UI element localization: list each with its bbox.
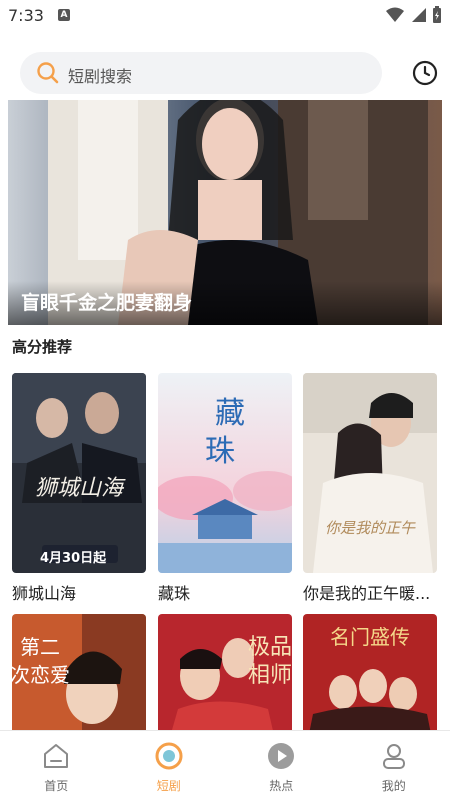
- notification-icon: A: [58, 9, 70, 21]
- search-placeholder: 短剧搜索: [68, 67, 133, 86]
- signal-icon: [412, 8, 426, 22]
- nav-tab-hot[interactable]: 热点: [225, 731, 338, 800]
- svg-text:第二: 第二: [20, 635, 60, 659]
- nav-tab-home[interactable]: 首页: [0, 731, 113, 800]
- nav-label-drama: 短剧: [156, 779, 181, 793]
- svg-text:相师: 相师: [248, 663, 292, 688]
- banner-title: 盲眼千金之肥妻翻身: [21, 292, 193, 314]
- profile-icon: [382, 744, 405, 769]
- status-icons: [386, 6, 442, 24]
- svg-text:珠: 珠: [205, 434, 235, 469]
- svg-text:狮城山海: 狮城山海: [35, 476, 126, 501]
- status-time: 7:33: [8, 6, 44, 25]
- drama-title: 狮城山海: [12, 584, 77, 603]
- featured-banner[interactable]: 盲眼千金之肥妻翻身: [8, 100, 442, 325]
- drama-poster: 藏 珠: [158, 373, 292, 573]
- search-icon: [37, 62, 59, 84]
- svg-text:你是我的正午: 你是我的正午: [325, 519, 416, 537]
- search-bar[interactable]: 短剧搜索: [20, 52, 382, 94]
- svg-text:名门盛传: 名门盛传: [330, 625, 410, 649]
- play-icon: [268, 743, 295, 769]
- drama-poster: 第二 次恋爱: [12, 614, 146, 744]
- nav-label-hot: 热点: [269, 779, 294, 793]
- section-title: 高分推荐: [12, 338, 73, 356]
- status-bar: 7:33 A: [0, 0, 450, 32]
- drama-card[interactable]: 极品 相师: [158, 614, 292, 744]
- svg-text:极品: 极品: [248, 635, 292, 660]
- history-clock-icon[interactable]: [412, 60, 438, 86]
- drama-title: 你是我的正午暖...: [303, 584, 431, 603]
- drama-icon: [155, 742, 183, 770]
- poster-date-label: 4月30日起: [40, 551, 107, 566]
- drama-card[interactable]: 第二 次恋爱: [12, 614, 146, 744]
- nav-label-profile: 我的: [381, 779, 406, 793]
- wifi-icon: [386, 7, 404, 22]
- drama-poster: 你是我的正午: [303, 373, 437, 573]
- drama-poster: 名门盛传: [303, 614, 437, 744]
- drama-poster: 狮城山海 4月30日起: [12, 373, 146, 573]
- drama-card[interactable]: 名门盛传: [303, 614, 437, 744]
- home-icon: [44, 744, 69, 768]
- nav-label-home: 首页: [44, 779, 69, 793]
- svg-text:次恋爱: 次恋爱: [12, 663, 70, 687]
- drama-poster: 极品 相师: [158, 614, 292, 744]
- nav-tab-drama[interactable]: 短剧: [113, 731, 226, 800]
- bottom-navigation: 首页 短剧 热点 我的: [0, 730, 450, 800]
- nav-tab-profile[interactable]: 我的: [338, 731, 450, 800]
- drama-card[interactable]: 狮城山海 4月30日起 狮城山海: [12, 373, 146, 604]
- svg-text:藏: 藏: [215, 396, 245, 431]
- drama-title: 藏珠: [158, 584, 191, 603]
- drama-card[interactable]: 你是我的正午 你是我的正午暖...: [303, 373, 437, 604]
- battery-icon: [433, 6, 441, 23]
- drama-card[interactable]: 藏 珠 藏珠: [158, 373, 292, 604]
